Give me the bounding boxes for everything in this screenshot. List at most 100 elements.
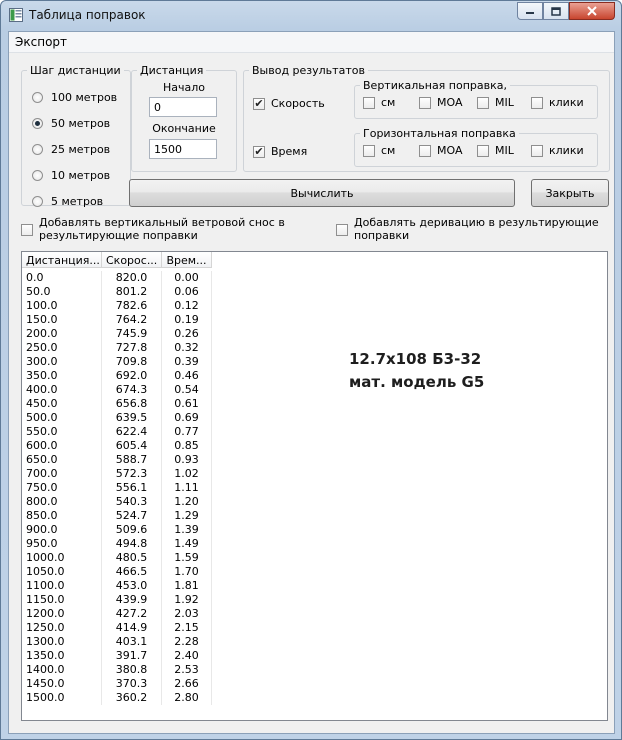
table-row[interactable]: 850.0 524.7 1.29 [22,509,212,523]
table-row[interactable]: 1350.0 391.7 2.40 [22,649,212,663]
table-row[interactable]: 1250.0 414.9 2.15 [22,621,212,635]
radio-step-10[interactable]: 10 метров [32,169,110,182]
step-group-legend: Шаг дистанции [30,64,121,77]
table-row[interactable]: 200.0 745.9 0.26 [22,327,212,341]
radio-label: 25 метров [51,143,111,156]
speed-checkbox[interactable]: ✔ Скорость [253,97,325,110]
radio-indicator[interactable] [32,92,43,103]
table-row[interactable]: 1200.0 427.2 2.03 [22,607,212,621]
cell-time: 0.46 [162,369,212,383]
checkbox-box[interactable] [531,144,543,157]
table-row[interactable]: 750.0 556.1 1.11 [22,481,212,495]
unit-label: MIL [495,144,514,157]
column-header-distance[interactable]: Дистанция... [22,252,102,268]
cell-speed: 524.7 [102,509,162,523]
checkbox-box[interactable] [363,96,375,109]
horizontal-correction-legend: Горизонтальная поправка [363,127,516,140]
checkbox-box[interactable] [336,224,348,236]
radio-indicator[interactable] [32,170,43,181]
cell-speed: 572.3 [102,467,162,481]
table-row[interactable]: 100.0 782.6 0.12 [22,299,212,313]
checkbox-box[interactable] [531,96,543,109]
table-row[interactable]: 1300.0 403.1 2.28 [22,635,212,649]
radio-indicator-selected[interactable] [32,118,43,129]
radio-step-5[interactable]: 5 метров [32,195,103,208]
minimize-button[interactable] [517,2,543,20]
horizontal-mil-checkbox[interactable]: MIL [477,144,514,157]
table-row[interactable]: 600.0 605.4 0.85 [22,439,212,453]
menu-export[interactable]: Экспорт [15,35,67,49]
table-row[interactable]: 1400.0 380.8 2.53 [22,663,212,677]
vertical-mil-checkbox[interactable]: MIL [477,96,514,109]
table-row[interactable]: 650.0 588.7 0.93 [22,453,212,467]
derivation-checkbox[interactable]: Добавлять деривацию в результирующие поп… [336,216,599,242]
close-window-button[interactable] [569,2,615,20]
table-row[interactable]: 550.0 622.4 0.77 [22,425,212,439]
vertical-cm-checkbox[interactable]: см [363,96,395,109]
close-button[interactable]: Закрыть [531,179,609,207]
table-row[interactable]: 1000.0 480.5 1.59 [22,551,212,565]
output-group: Вывод результатов ✔ Скорость ✔ Время Вер… [243,64,610,172]
table-row[interactable]: 350.0 692.0 0.46 [22,369,212,383]
title-bar[interactable]: Таблица поправок [1,1,621,31]
start-distance-input[interactable] [149,97,217,117]
checkbox-box[interactable] [477,144,489,157]
table-row[interactable]: 50.0 801.2 0.06 [22,285,212,299]
table-row[interactable]: 900.0 509.6 1.39 [22,523,212,537]
horizontal-clicks-checkbox[interactable]: клики [531,144,584,157]
table-row[interactable]: 150.0 764.2 0.19 [22,313,212,327]
table-row[interactable]: 300.0 709.8 0.39 [22,355,212,369]
checkbox-box[interactable] [363,144,375,157]
vertical-clicks-checkbox[interactable]: клики [531,96,584,109]
unit-label: клики [549,144,584,157]
cell-speed: 360.2 [102,691,162,705]
cell-distance: 450.0 [22,397,102,411]
results-table[interactable]: Дистанция... Скорос... Врем... 0.0 820.0 0… [21,251,608,721]
table-row[interactable]: 250.0 727.8 0.32 [22,341,212,355]
maximize-button[interactable] [543,2,569,20]
cell-time: 0.93 [162,453,212,467]
table-row[interactable]: 1050.0 466.5 1.70 [22,565,212,579]
cell-speed: 692.0 [102,369,162,383]
table-row[interactable]: 450.0 656.8 0.61 [22,397,212,411]
vertical-moa-checkbox[interactable]: MOA [419,96,462,109]
step-group: Шаг дистанции 100 метров 50 метров 25 ме… [21,64,131,208]
table-row[interactable]: 0.0 820.0 0.00 [22,271,212,285]
radio-step-100[interactable]: 100 метров [32,91,117,104]
table-row[interactable]: 1500.0 360.2 2.80 [22,691,212,705]
calculate-button[interactable]: Вычислить [129,179,515,207]
checkbox-box[interactable] [477,96,489,109]
checkmark-icon[interactable]: ✔ [253,145,265,158]
radio-indicator[interactable] [32,144,43,155]
column-header-speed[interactable]: Скорос... [102,252,162,268]
radio-step-50[interactable]: 50 метров [32,117,110,130]
horizontal-cm-checkbox[interactable]: см [363,144,395,157]
table-row[interactable]: 950.0 494.8 1.49 [22,537,212,551]
wind-drift-checkbox[interactable]: Добавлять вертикальный ветровой снос в р… [21,216,285,242]
checkbox-box[interactable] [419,144,431,157]
radio-indicator[interactable] [32,196,43,207]
table-row[interactable]: 1150.0 439.9 1.92 [22,593,212,607]
table-row[interactable]: 700.0 572.3 1.02 [22,467,212,481]
cell-distance: 1300.0 [22,635,102,649]
radio-label: 100 метров [51,91,118,104]
horizontal-moa-checkbox[interactable]: MOA [419,144,462,157]
cell-distance: 350.0 [22,369,102,383]
table-row[interactable]: 1100.0 453.0 1.81 [22,579,212,593]
maximize-icon [551,6,561,16]
cell-distance: 1400.0 [22,663,102,677]
cell-distance: 1250.0 [22,621,102,635]
radio-step-25[interactable]: 25 метров [32,143,110,156]
table-row[interactable]: 1450.0 370.3 2.66 [22,677,212,691]
cell-distance: 1350.0 [22,649,102,663]
checkbox-box[interactable] [21,224,33,236]
end-distance-input[interactable] [149,139,217,159]
column-header-time[interactable]: Врем... [162,252,212,268]
table-row[interactable]: 400.0 674.3 0.54 [22,383,212,397]
time-checkbox[interactable]: ✔ Время [253,145,307,158]
table-row[interactable]: 500.0 639.5 0.69 [22,411,212,425]
table-row[interactable]: 800.0 540.3 1.20 [22,495,212,509]
checkbox-box[interactable] [419,96,431,109]
cell-distance: 150.0 [22,313,102,327]
checkmark-icon[interactable]: ✔ [253,97,265,110]
